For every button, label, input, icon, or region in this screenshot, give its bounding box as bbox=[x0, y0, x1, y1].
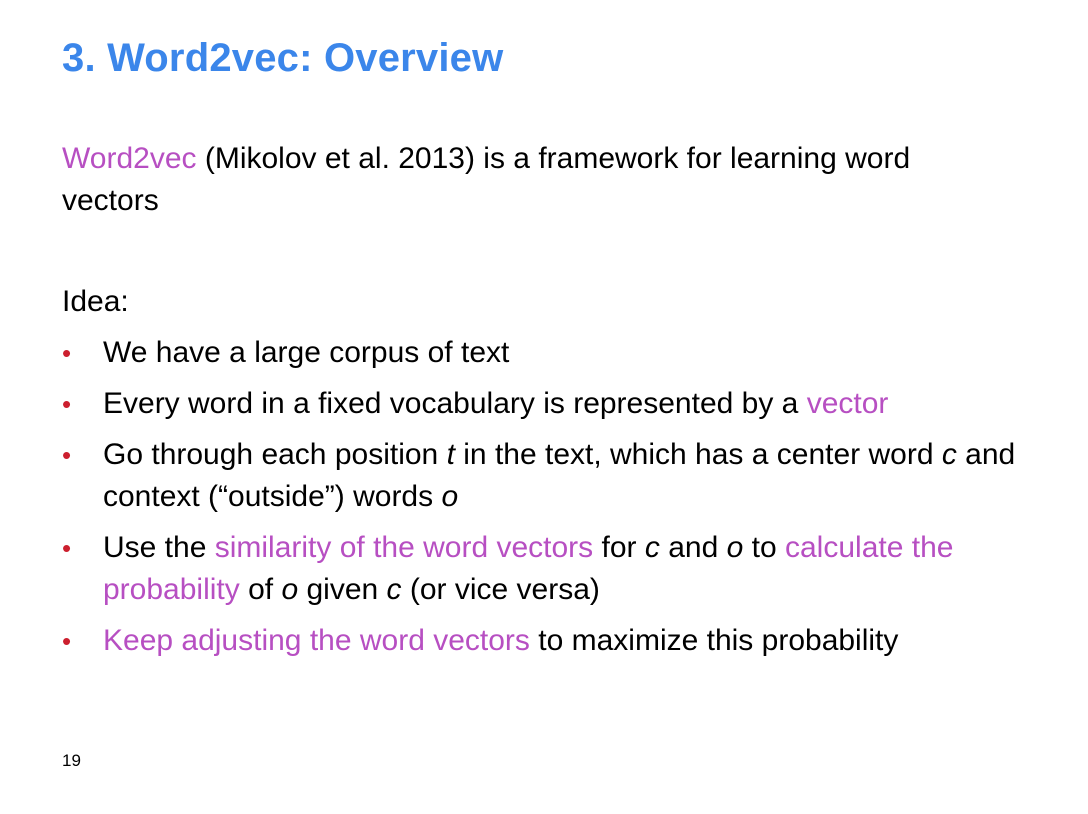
bullet-text: We have a large corpus of text bbox=[103, 336, 510, 369]
bullet-text: to bbox=[743, 531, 785, 564]
bullet-text: to maximize this probability bbox=[529, 624, 899, 657]
bullet-list: • We have a large corpus of text • Every… bbox=[62, 332, 1072, 671]
bullet-item-corpus: • We have a large corpus of text bbox=[62, 332, 1072, 374]
bullet-item-position: • Go through each position t in the text… bbox=[62, 434, 1072, 518]
bullet-marker: • bbox=[62, 626, 72, 656]
bullet-text: Every word in a fixed vocabulary is repr… bbox=[103, 387, 807, 420]
variable-o: o bbox=[441, 480, 459, 513]
vector-term: vector bbox=[806, 387, 889, 420]
bullet-text: (or vice versa) bbox=[401, 573, 600, 606]
word2vec-term: Word2vec bbox=[62, 142, 197, 175]
bullet-item-similarity: • Use the similarity of the word vectors… bbox=[62, 527, 1072, 611]
bullet-marker: • bbox=[62, 533, 72, 563]
bullet-item-adjust: • Keep adjusting the word vectors to max… bbox=[62, 620, 1072, 662]
page-number: 19 bbox=[62, 751, 81, 770]
similarity-term: similarity of the word vectors bbox=[214, 531, 594, 564]
variable-o: o bbox=[726, 531, 744, 564]
bullet-item-vector: • Every word in a fixed vocabulary is re… bbox=[62, 383, 1072, 425]
bullet-text: in the text, which has a center word bbox=[454, 438, 942, 471]
variable-o: o bbox=[281, 573, 299, 606]
bullet-text: given bbox=[298, 573, 387, 606]
bullet-marker: • bbox=[62, 338, 72, 368]
adjust-term: Keep adjusting the word vectors bbox=[103, 624, 530, 657]
bullet-text: of bbox=[239, 573, 282, 606]
bullet-marker: • bbox=[62, 440, 72, 470]
variable-t: t bbox=[446, 438, 455, 471]
idea-label: Idea: bbox=[62, 285, 129, 318]
bullet-text: Go through each position bbox=[103, 438, 447, 471]
intro-paragraph: Word2vec (Mikolov et al. 2013) is a fram… bbox=[62, 138, 962, 222]
bullet-marker: • bbox=[62, 389, 72, 419]
bullet-text: Use the bbox=[103, 531, 215, 564]
bullet-text: and bbox=[659, 531, 727, 564]
variable-c: c bbox=[644, 531, 660, 564]
variable-c: c bbox=[941, 438, 957, 471]
slide: 3. Word2vec: Overview Word2vec (Mikolov … bbox=[0, 0, 1088, 814]
bullet-text: for bbox=[593, 531, 645, 564]
variable-c: c bbox=[386, 573, 402, 606]
slide-title: 3. Word2vec: Overview bbox=[62, 36, 504, 80]
